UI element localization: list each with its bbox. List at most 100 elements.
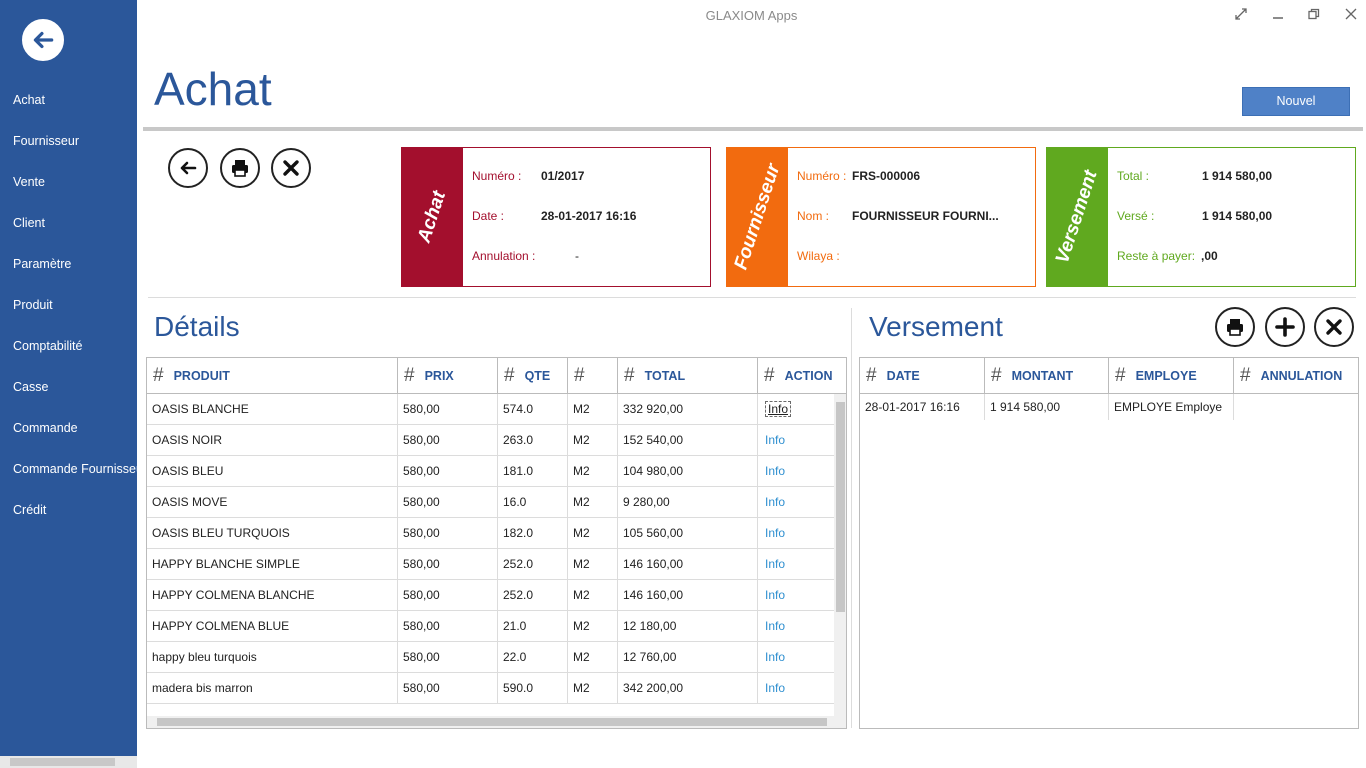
cell-action: Info (758, 394, 835, 425)
table-row[interactable]: OASIS BLANCHE 580,00 574.0 M2 332 920,00 Info (147, 394, 835, 425)
close-icon[interactable] (1343, 8, 1359, 24)
hash-icon: # (991, 365, 1002, 386)
cell-total: 12 180,00 (618, 611, 758, 642)
cell-produit: OASIS BLANCHE (147, 394, 398, 425)
achat-card-side-label: Achat (413, 188, 451, 246)
column-header-label: PRIX (424, 369, 454, 383)
table-row[interactable]: madera bis marron 580,00 590.0 M2 342 200,00… (147, 673, 835, 704)
info-link[interactable]: Info (765, 650, 785, 664)
column-header-employe[interactable]: # EMPLOYE (1109, 358, 1234, 394)
scrollbar-thumb[interactable] (836, 402, 845, 612)
achat-date-label: Date : (472, 209, 505, 223)
info-link[interactable]: Info (765, 401, 792, 417)
scrollbar-thumb[interactable] (157, 718, 827, 726)
sidebar-item-fournisseur[interactable]: Fournisseur (0, 121, 137, 162)
info-link[interactable]: Info (765, 557, 785, 571)
column-header-produit[interactable]: # PRODUIT (147, 358, 398, 394)
minimize-icon[interactable] (1270, 8, 1286, 24)
scrollbar-thumb[interactable] (10, 758, 115, 766)
details-grid-header: # PRODUIT # PRIX # QTE # # TOTAL # ACTION (147, 358, 846, 394)
cell-total: 342 200,00 (618, 673, 758, 704)
cell-prix: 580,00 (398, 549, 498, 580)
cell-total: 146 160,00 (618, 549, 758, 580)
sidebar-item-commande-fournisseur[interactable]: Commande Fournisseur (0, 449, 137, 490)
back-button[interactable] (168, 148, 208, 188)
cell-total: 332 920,00 (618, 394, 758, 425)
fournisseur-card-side-label: Fournisseur (730, 161, 784, 273)
table-row[interactable]: OASIS NOIR 580,00 263.0 M2 152 540,00 Info (147, 425, 835, 456)
info-link[interactable]: Info (765, 681, 785, 695)
cell-produit: HAPPY COLMENA BLUE (147, 611, 398, 642)
column-header-label: EMPLOYE (1135, 369, 1197, 383)
nouvel-button[interactable]: Nouvel (1242, 87, 1350, 116)
versement-title: Versement (869, 311, 1003, 342)
details-horizontal-scrollbar[interactable] (147, 716, 846, 728)
hash-icon: # (404, 365, 415, 386)
versement-verse-value: 1 914 580,00 (1202, 209, 1273, 223)
cell-unit: M2 (568, 642, 618, 673)
sidebar-item-achat[interactable]: Achat (0, 80, 137, 121)
info-link[interactable]: Info (765, 526, 785, 540)
column-header-montant[interactable]: # MONTANT (985, 358, 1109, 394)
sidebar-item-casse[interactable]: Casse (0, 367, 137, 408)
versement-reste-label: Reste à payer: (1117, 249, 1196, 263)
sidebar-item-comptabilite[interactable]: Comptabilité (0, 326, 137, 367)
hash-icon: # (153, 365, 164, 386)
sidebar-scrollbar[interactable] (0, 756, 137, 768)
table-row[interactable]: OASIS BLEU 580,00 181.0 M2 104 980,00 Info (147, 456, 835, 487)
sidebar-item-vente[interactable]: Vente (0, 162, 137, 203)
sidebar-item-credit[interactable]: Crédit (0, 490, 137, 531)
sidebar-item-parametre[interactable]: Paramètre (0, 244, 137, 285)
column-header-annulation[interactable]: # ANNULATION (1234, 358, 1358, 394)
versement-grid: # DATE # MONTANT # EMPLOYE # ANNULATION 28-0… (859, 357, 1359, 729)
arrow-left-icon (33, 31, 54, 49)
hash-icon: # (1240, 365, 1251, 386)
details-vertical-scrollbar[interactable] (834, 394, 846, 716)
achat-annulation-value: - (575, 249, 579, 263)
cell-total: 105 560,00 (618, 518, 758, 549)
column-header-action[interactable]: # ACTION (758, 358, 846, 394)
fournisseur-numero-label: Numéro : (797, 169, 847, 183)
fournisseur-numero-value: FRS-000006 (852, 169, 921, 183)
column-header-date[interactable]: # DATE (860, 358, 985, 394)
table-row[interactable]: HAPPY BLANCHE SIMPLE 580,00 252.0 M2 146 160… (147, 549, 835, 580)
table-row[interactable]: 28-01-2017 16:16 1 914 580,00 EMPLOYE Empl… (860, 394, 1358, 420)
cell-montant: 1 914 580,00 (985, 394, 1109, 420)
column-header-unit[interactable]: # (568, 358, 618, 394)
cell-qte: 252.0 (498, 580, 568, 611)
table-row[interactable]: HAPPY COLMENA BLUE 580,00 21.0 M2 12 180,00 I… (147, 611, 835, 642)
versement-delete-button[interactable] (1314, 307, 1354, 347)
sidebar-item-client[interactable]: Client (0, 203, 137, 244)
cell-unit: M2 (568, 456, 618, 487)
cell-produit: HAPPY BLANCHE SIMPLE (147, 549, 398, 580)
column-header-qte[interactable]: # QTE (498, 358, 568, 394)
versement-print-button[interactable] (1215, 307, 1255, 347)
restore-icon[interactable] (1306, 8, 1322, 24)
table-row[interactable]: OASIS BLEU TURQUOIS 580,00 182.0 M2 105 560,… (147, 518, 835, 549)
cell-qte: 181.0 (498, 456, 568, 487)
details-title: Détails (154, 311, 240, 342)
sidebar-item-produit[interactable]: Produit (0, 285, 137, 326)
column-header-total[interactable]: # TOTAL (618, 358, 758, 394)
achat-card-side: Achat (402, 148, 463, 286)
hash-icon: # (764, 365, 775, 386)
print-button[interactable] (220, 148, 260, 188)
fullscreen-icon[interactable] (1233, 8, 1249, 24)
table-row[interactable]: happy bleu turquois 580,00 22.0 M2 12 760,00… (147, 642, 835, 673)
column-header-label: ACTION (784, 369, 833, 383)
table-row[interactable]: HAPPY COLMENA BLANCHE 580,00 252.0 M2 146 16… (147, 580, 835, 611)
versement-add-button[interactable] (1265, 307, 1305, 347)
cancel-button[interactable] (271, 148, 311, 188)
info-link[interactable]: Info (765, 464, 785, 478)
info-link[interactable]: Info (765, 433, 785, 447)
info-link[interactable]: Info (765, 495, 785, 509)
back-nav-button[interactable] (22, 19, 64, 61)
column-header-prix[interactable]: # PRIX (398, 358, 498, 394)
info-link[interactable]: Info (765, 588, 785, 602)
sidebar-item-commande[interactable]: Commande (0, 408, 137, 449)
achat-annulation-label: Annulation : (472, 249, 536, 263)
info-link[interactable]: Info (765, 619, 785, 633)
table-row[interactable]: OASIS MOVE 580,00 16.0 M2 9 280,00 Info (147, 487, 835, 518)
fournisseur-nom-label: Nom : (797, 209, 830, 223)
cell-prix: 580,00 (398, 642, 498, 673)
